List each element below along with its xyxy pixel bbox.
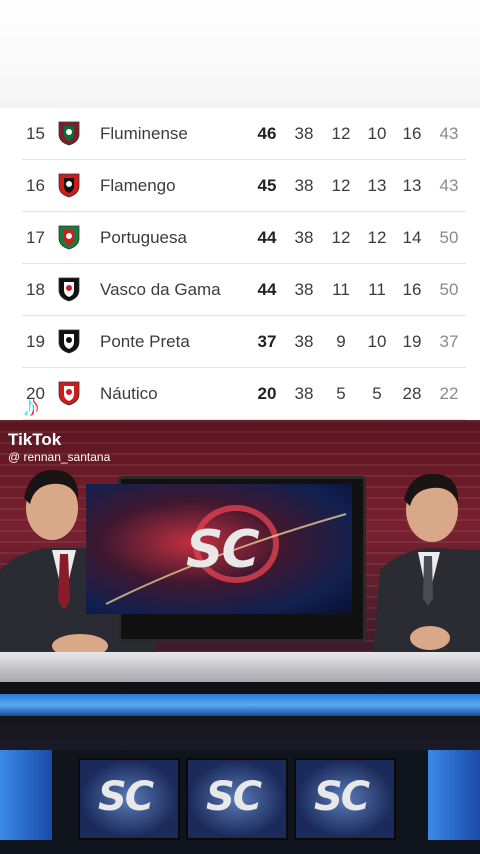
points-cell: 44 — [257, 228, 277, 247]
team-crest-icon — [58, 173, 80, 198]
goals-cell: 43 — [439, 124, 459, 143]
draws-cell: 5 — [372, 384, 382, 403]
sc-logo-tile-3: SC — [314, 774, 370, 820]
points-cell: 45 — [257, 176, 277, 195]
position-cell: 18 — [26, 280, 45, 299]
sc-tile-2: SC — [186, 758, 288, 840]
played-cell: 38 — [294, 280, 314, 299]
played-cell: 38 — [294, 176, 314, 195]
played-cell: 38 — [294, 124, 314, 143]
standings-table: 15 Fluminense 46 38 12 10 16 43 16 Flamengo 45 38 12… — [0, 108, 480, 420]
wins-cell: 12 — [331, 176, 351, 195]
wins-cell: 5 — [336, 384, 346, 403]
points-cell: 46 — [257, 124, 277, 143]
played-cell: 38 — [294, 384, 314, 403]
tiktok-note-icon: ♪ — [24, 390, 39, 423]
logo-tiles: SC SC SC — [0, 750, 480, 854]
team-name: Flamengo — [100, 176, 176, 195]
team-name: Vasco da Gama — [100, 280, 221, 299]
table-row[interactable]: 17 Portuguesa 44 38 12 12 14 50 — [22, 212, 466, 264]
side-panel-right — [428, 750, 480, 840]
draws-cell: 11 — [368, 280, 386, 299]
side-panel-left — [0, 750, 52, 840]
position-cell: 16 — [26, 176, 45, 195]
team-crest-icon — [58, 121, 80, 146]
team-crest-icon — [58, 329, 80, 354]
team-name: Portuguesa — [100, 228, 187, 247]
goals-cell: 22 — [439, 384, 459, 403]
losses-cell: 19 — [402, 332, 422, 351]
sc-logo-tile-1: SC — [98, 774, 154, 820]
tiktok-watermark: ♪ TikTok @ rennan_santana — [8, 390, 168, 470]
wins-cell: 12 — [331, 124, 351, 143]
team-crest-icon — [58, 225, 80, 250]
draws-cell: 13 — [367, 176, 387, 195]
points-cell: 44 — [257, 280, 277, 299]
table-row[interactable]: 16 Flamengo 45 38 12 13 13 43 — [22, 160, 466, 212]
losses-cell: 13 — [402, 176, 422, 195]
position-cell: 15 — [26, 124, 45, 143]
wins-cell: 11 — [332, 280, 350, 299]
video-frame[interactable]: SC SC SC SC — [0, 420, 480, 854]
goals-cell: 43 — [439, 176, 459, 195]
position-cell: 17 — [26, 228, 45, 247]
goals-cell: 37 — [439, 332, 459, 351]
losses-cell: 28 — [402, 384, 422, 403]
goals-cell: 50 — [439, 228, 459, 247]
losses-cell: 16 — [402, 124, 422, 143]
team-name: Ponte Preta — [100, 332, 190, 351]
played-cell: 38 — [294, 332, 314, 351]
sc-tile-3: SC — [294, 758, 396, 840]
sc-logo-tile-2: SC — [206, 774, 262, 820]
position-cell: 19 — [26, 332, 45, 351]
wins-cell: 9 — [336, 332, 346, 351]
points-cell: 37 — [257, 332, 277, 351]
team-name: Fluminense — [100, 124, 188, 143]
desk-front — [0, 682, 480, 754]
table-row[interactable]: 18 Vasco da Gama 44 38 11 11 16 50 — [22, 264, 466, 316]
top-blank-area — [0, 0, 480, 112]
sc-logo-screen: SC — [186, 520, 260, 580]
tiktok-username: @ rennan_santana — [8, 450, 111, 464]
desk-light-band — [0, 694, 480, 716]
draws-cell: 10 — [367, 124, 387, 143]
draws-cell: 12 — [367, 228, 387, 247]
table-row[interactable]: 15 Fluminense 46 38 12 10 16 43 — [22, 108, 466, 160]
draws-cell: 10 — [367, 332, 387, 351]
wins-cell: 12 — [331, 228, 351, 247]
tiktok-wordmark: TikTok — [8, 430, 62, 449]
played-cell: 38 — [294, 228, 314, 247]
table-row[interactable]: 19 Ponte Preta 37 38 9 10 19 37 — [22, 316, 466, 368]
losses-cell: 14 — [402, 228, 422, 247]
losses-cell: 16 — [402, 280, 422, 299]
monitor-screen: SC — [86, 484, 352, 614]
sc-tile-1: SC — [78, 758, 180, 840]
goals-cell: 50 — [439, 280, 459, 299]
team-crest-icon — [58, 277, 80, 302]
points-cell: 20 — [257, 384, 277, 403]
